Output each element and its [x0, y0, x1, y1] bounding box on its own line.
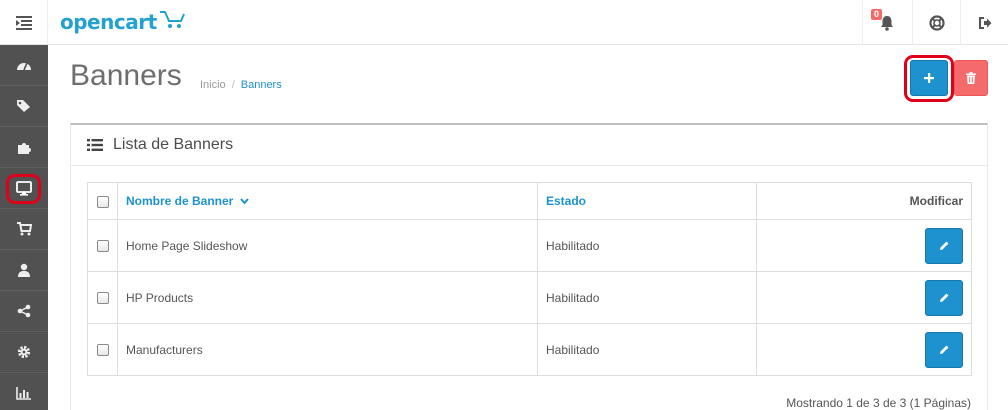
- sidebar-item-design[interactable]: [0, 168, 48, 209]
- logo-text: opencart: [60, 10, 157, 34]
- table-header-row: Nombre de Banner Estado Modificar: [87, 182, 972, 220]
- table-row: HP Products Habilitado: [87, 271, 972, 324]
- select-all-cell: [87, 182, 118, 220]
- opencart-logo[interactable]: opencart: [60, 8, 185, 36]
- table-row: Manufacturers Habilitado: [87, 323, 972, 376]
- row-checkbox[interactable]: [96, 344, 109, 357]
- life-ring-icon: [928, 14, 945, 31]
- breadcrumb-current-link[interactable]: Banners: [241, 79, 282, 91]
- tags-icon: [17, 100, 30, 112]
- select-all-checkbox[interactable]: [96, 195, 109, 208]
- pencil-icon: [939, 241, 948, 250]
- top-header: opencart 0: [0, 0, 1008, 45]
- banner-table: Nombre de Banner Estado Modificar Home P…: [87, 182, 972, 376]
- user-icon: [18, 263, 30, 277]
- help-button[interactable]: [912, 0, 960, 45]
- menu-toggle-icon: [15, 15, 32, 30]
- status-column-header[interactable]: Estado: [537, 182, 757, 220]
- delete-banner-button[interactable]: [954, 60, 988, 96]
- cart-icon: [17, 222, 32, 236]
- banner-name-cell: Home Page Slideshow: [117, 219, 538, 272]
- banner-status-cell: Habilitado: [537, 323, 757, 376]
- logout-button[interactable]: [960, 0, 1008, 45]
- row-select-cell: [87, 271, 118, 324]
- add-banner-button[interactable]: [910, 60, 948, 96]
- breadcrumb-home-link[interactable]: Inicio: [200, 79, 226, 91]
- list-icon: [87, 139, 103, 151]
- menu-toggle-button[interactable]: [0, 0, 48, 45]
- pencil-icon: [939, 345, 948, 354]
- action-column-header: Modificar: [756, 182, 972, 220]
- highlight-ring: [6, 174, 41, 204]
- sidebar-item-catalog[interactable]: [0, 86, 48, 127]
- table-row: Home Page Slideshow Habilitado: [87, 219, 972, 272]
- sort-by-name-link[interactable]: Nombre de Banner: [126, 194, 233, 208]
- breadcrumb-separator: /: [231, 79, 235, 91]
- sidebar-item-marketing[interactable]: [0, 291, 48, 332]
- edit-button[interactable]: [925, 331, 963, 368]
- sidebar-item-dashboard[interactable]: [0, 45, 48, 86]
- chevron-down-icon: [239, 198, 249, 205]
- edit-button[interactable]: [925, 227, 963, 264]
- dashboard-icon: [17, 62, 31, 71]
- banner-list-panel: Lista de Banners Nombre de Banner Estado…: [70, 123, 988, 410]
- row-select-cell: [87, 219, 118, 272]
- row-checkbox[interactable]: [96, 292, 109, 305]
- puzzle-icon: [18, 142, 31, 154]
- page-title: Banners: [70, 59, 182, 92]
- plus-icon: [924, 73, 934, 83]
- sort-by-status-link[interactable]: Estado: [546, 194, 586, 208]
- sidebar-item-sales[interactable]: [0, 209, 48, 250]
- action-cell: [756, 219, 972, 272]
- name-column-header[interactable]: Nombre de Banner: [117, 182, 538, 220]
- banner-status-cell: Habilitado: [537, 219, 757, 272]
- action-cell: [756, 323, 972, 376]
- notifications-button[interactable]: 0: [862, 0, 910, 45]
- edit-button[interactable]: [925, 279, 963, 316]
- sidebar-item-customers[interactable]: [0, 250, 48, 291]
- share-icon: [17, 304, 31, 318]
- row-select-cell: [87, 323, 118, 376]
- row-checkbox[interactable]: [96, 240, 109, 253]
- banner-status-cell: Habilitado: [537, 271, 757, 324]
- bar-chart-icon: [16, 387, 31, 400]
- sidebar-item-reports[interactable]: [0, 373, 48, 410]
- breadcrumb: Inicio / Banners: [200, 79, 282, 91]
- panel-heading: Lista de Banners: [71, 125, 987, 166]
- pagination-summary: Mostrando 1 de 3 de 3 (1 Páginas): [786, 396, 971, 410]
- sidebar-nav: [0, 45, 48, 410]
- pencil-icon: [939, 293, 948, 302]
- sidebar-item-system[interactable]: [0, 332, 48, 373]
- logo-cart-icon: [159, 11, 185, 28]
- trash-icon: [966, 72, 976, 84]
- sign-out-icon: [978, 16, 991, 29]
- panel-title: Lista de Banners: [113, 136, 234, 153]
- cog-icon: [17, 345, 31, 359]
- banner-name-cell: Manufacturers: [117, 323, 538, 376]
- notification-badge: 0: [871, 9, 883, 20]
- banner-name-cell: HP Products: [117, 271, 538, 324]
- action-cell: [756, 271, 972, 324]
- sidebar-item-extensions[interactable]: [0, 127, 48, 168]
